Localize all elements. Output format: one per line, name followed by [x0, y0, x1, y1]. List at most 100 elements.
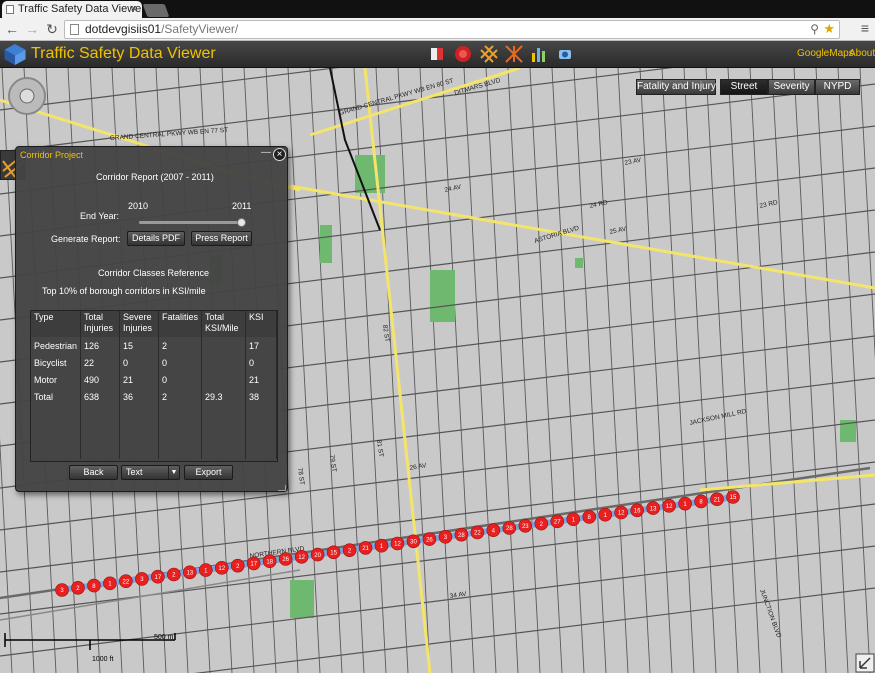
crash-marker[interactable]: 28 — [454, 527, 469, 542]
googlemaps-link[interactable]: GoogleMaps — [797, 48, 854, 59]
end-year-slider[interactable] — [139, 221, 243, 224]
crash-marker[interactable]: 3 — [55, 583, 69, 597]
close-icon[interactable]: × — [273, 148, 286, 161]
crash-marker[interactable]: 12 — [294, 549, 309, 564]
crash-marker[interactable]: 18 — [262, 554, 277, 569]
browser-menu-icon[interactable]: ≡ — [861, 20, 869, 36]
crash-marker[interactable]: 8 — [582, 510, 597, 524]
tab-title: Traffic Safety Data Viewer — [18, 3, 142, 15]
crash-count-label: 17 — [250, 562, 257, 568]
crash-marker[interactable]: 12 — [214, 561, 229, 575]
crash-marker[interactable]: 26 — [278, 552, 293, 566]
crash-marker[interactable]: 22 — [119, 574, 133, 588]
crash-marker[interactable]: 4 — [486, 523, 501, 538]
back-button[interactable]: Back — [69, 465, 118, 480]
crash-marker[interactable]: 1 — [678, 496, 692, 511]
crash-marker[interactable]: 17 — [151, 569, 165, 584]
crash-marker[interactable]: 2 — [342, 543, 357, 557]
table-cell: Bicyclist — [31, 354, 82, 371]
export-button[interactable]: Export — [184, 465, 233, 480]
table-cell: Pedestrian — [31, 337, 82, 354]
crash-marker[interactable]: 16 — [630, 503, 644, 518]
crash-marker[interactable]: 12 — [390, 536, 405, 551]
crash-count-label: 30 — [410, 539, 417, 545]
format-select[interactable]: Text ▼ — [121, 465, 180, 480]
crash-marker[interactable]: 12 — [614, 505, 628, 520]
nypd-mode-button[interactable]: NYPD — [815, 79, 860, 95]
legend-icon[interactable] — [428, 45, 446, 63]
chevron-down-icon[interactable]: ▼ — [168, 466, 179, 479]
crash-marker[interactable]: 15 — [726, 490, 740, 504]
panel-title: Corridor Project — [20, 150, 84, 160]
end-year-slider-handle[interactable] — [237, 218, 246, 227]
crash-count-label: 26 — [282, 557, 289, 563]
back-arrow-icon[interactable]: ← — [4, 21, 20, 37]
table-header-row: Type Total Injuries Severe Injuries Fata… — [31, 311, 277, 337]
expand-map-icon[interactable] — [855, 653, 875, 673]
url-field[interactable]: dotdevgisiis01/SafetyViewer/ ⚲ ★ — [64, 20, 840, 39]
crash-icon[interactable] — [505, 45, 523, 63]
crash-marker[interactable]: 1 — [566, 512, 581, 526]
crash-marker[interactable]: 3 — [438, 530, 453, 544]
crash-marker[interactable]: 30 — [406, 534, 421, 549]
crash-marker[interactable]: 21 — [358, 541, 373, 555]
press-report-button[interactable]: Press Report — [191, 231, 252, 246]
chart-icon[interactable] — [530, 45, 548, 63]
crash-marker[interactable]: 22 — [470, 525, 485, 540]
forward-arrow-icon[interactable]: → — [24, 21, 40, 37]
bookmark-star-icon[interactable]: ★ — [823, 20, 835, 37]
crash-marker[interactable]: 27 — [550, 514, 565, 529]
crash-count-label: 13 — [186, 570, 193, 576]
browser-tab[interactable]: Traffic Safety Data Viewer × — [2, 1, 142, 18]
minimize-icon[interactable]: — — [261, 147, 271, 158]
new-tab-button[interactable] — [142, 4, 170, 17]
crash-marker[interactable]: 12 — [662, 499, 676, 513]
crash-marker[interactable]: 21 — [710, 492, 724, 507]
crash-marker[interactable]: 17 — [246, 556, 261, 571]
grid-icon[interactable] — [480, 45, 498, 63]
corridor-stats-table: Type Total Injuries Severe Injuries Fata… — [30, 310, 278, 462]
table-cell: 36 — [119, 388, 160, 405]
column-header: Fatalities — [158, 311, 203, 337]
park-area — [575, 258, 583, 268]
table-cell: 2 — [158, 337, 203, 354]
crash-marker[interactable]: 1 — [598, 507, 612, 522]
crash-marker[interactable]: 8 — [87, 578, 101, 593]
table-row: Bicyclist 22 0 0 0 — [31, 354, 277, 371]
crash-marker[interactable]: 20 — [310, 547, 325, 562]
fatality-injury-toggle[interactable]: Fatality and Injury — [636, 79, 716, 95]
crash-marker[interactable]: 8 — [694, 494, 708, 509]
crash-marker[interactable]: 2 — [230, 558, 245, 573]
crash-count-label: 15 — [330, 551, 337, 557]
crash-marker[interactable]: 13 — [183, 565, 197, 580]
app-header: Traffic Safety Data Viewer GoogleMaps Ab… — [0, 41, 875, 68]
severity-mode-button[interactable]: Severity — [768, 79, 815, 95]
crash-marker[interactable]: 26 — [422, 532, 437, 546]
crash-marker[interactable]: 23 — [518, 518, 533, 533]
generate-report-label: Generate Report: — [51, 234, 121, 244]
crash-marker[interactable]: 15 — [326, 545, 341, 560]
crash-count-label: 12 — [394, 542, 401, 548]
crash-marker[interactable]: 2 — [534, 516, 549, 531]
record-icon[interactable] — [454, 45, 472, 63]
crash-count-label: 22 — [474, 531, 481, 537]
details-pdf-button[interactable]: Details PDF — [127, 231, 185, 246]
crash-marker[interactable]: 2 — [167, 567, 181, 582]
crash-count-label: 17 — [155, 575, 162, 581]
reload-icon[interactable]: ↻ — [44, 21, 60, 37]
crash-marker[interactable]: 28 — [502, 521, 517, 535]
about-link[interactable]: About — [849, 48, 875, 59]
zoom-icon[interactable]: ⚲ — [810, 21, 819, 38]
table-cell: 29.3 — [201, 388, 247, 405]
resize-handle-icon[interactable] — [278, 485, 286, 491]
crash-marker[interactable]: 1 — [198, 563, 213, 577]
street-mode-button[interactable]: Street — [720, 79, 768, 95]
tab-close-button[interactable]: × — [131, 1, 137, 18]
crash-marker[interactable]: 1 — [374, 538, 389, 553]
navigation-control[interactable] — [8, 77, 46, 115]
crash-marker[interactable]: 3 — [135, 572, 149, 586]
crash-marker[interactable]: 2 — [71, 580, 85, 595]
crash-marker[interactable]: 1 — [103, 576, 117, 591]
crash-marker[interactable]: 13 — [646, 501, 660, 515]
camera-icon[interactable] — [556, 45, 574, 63]
